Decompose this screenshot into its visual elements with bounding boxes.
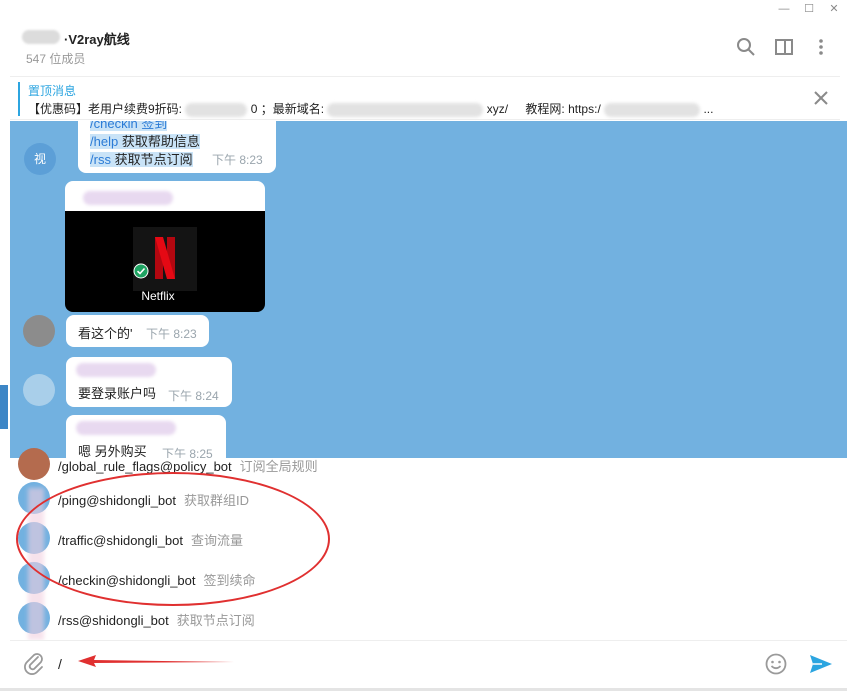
redacted-sender-name [76,363,156,377]
message-bubble[interactable]: 看这个的' 下午 8:23 [66,315,209,347]
close-window-button[interactable]: ✕ [822,0,846,18]
bot-avatar [18,448,50,480]
pinned-label: 置顶消息 [28,84,77,98]
command-item: /rss@shidongli_bot 获取节点订阅 [58,610,255,629]
pinned-accent-bar [18,82,20,116]
chat-title: ·V2ray航线 [64,32,130,47]
message-input-bar[interactable] [10,640,847,686]
user-avatar[interactable] [23,374,55,406]
help-command-link[interactable]: /help [90,134,118,149]
bot-help-message[interactable]: /checkin 签到 /help 获取帮助信息 /rss 获取节点订阅 下午 … [78,121,276,173]
message-bubble[interactable]: 要登录账户吗 下午 8:24 [66,357,232,407]
maximize-button[interactable]: ☐ [797,0,821,18]
command-name: /rss@shidongli_bot [58,613,169,628]
pinned-text-c: xyz/ [486,102,509,116]
message-time: 下午 8:24 [168,389,219,403]
command-desc: 订阅全局规则 [239,459,318,474]
sidebar-toggle-icon[interactable] [773,36,795,58]
chat-header[interactable]: ·V2ray航线 547 位成员 [10,18,840,73]
emoji-icon[interactable] [764,652,788,676]
rss-command-desc: 获取节点订阅 [110,152,193,167]
selection-edge [0,385,8,429]
more-menu-icon[interactable] [810,36,832,58]
message-text: 看这个的' [78,326,133,341]
pinned-text-a: 【优惠码】老用户续费9折码: [28,102,183,116]
message-text: 要登录账户吗 [78,386,157,401]
window-titlebar: — ☐ ✕ [0,0,847,18]
send-icon[interactable] [808,652,834,676]
netflix-n-icon [155,237,175,279]
attach-icon[interactable] [22,651,46,675]
annotation-arrow [78,655,234,667]
redacted-url [604,102,701,117]
command-desc: 获取节点订阅 [176,613,255,628]
message-time: 下午 8:23 [212,153,263,167]
redacted-sender-name [83,191,173,205]
search-icon[interactable] [735,36,757,58]
pinned-message[interactable]: 置顶消息 【优惠码】老用户续费9折码: 0 ；最新域名: xyz/ 教程网: h… [10,76,840,120]
cmd-line-rss: /rss 获取节点订阅 [90,149,193,168]
redacted-domain [327,102,484,117]
command-name: /global_rule_flags@policy_bot [58,459,232,474]
rss-command-link[interactable]: /rss [90,152,111,167]
member-count: 547 位成员 [26,52,86,66]
help-command-desc: 获取帮助信息 [118,134,200,149]
annotation-ellipse [16,472,330,606]
message-time: 下午 8:23 [146,327,197,341]
close-pinned-icon[interactable] [812,89,830,107]
checkin-command-text[interactable]: /checkin 签到 [90,121,168,131]
user-avatar[interactable]: 视 [24,143,56,175]
pinned-text-d: 教程网: https:/ [525,102,601,116]
minimize-button[interactable]: — [772,0,796,18]
netflix-label: Netflix [141,289,175,303]
netflix-logo [133,227,197,291]
cmd-line-help: /help 获取帮助信息 [90,131,200,150]
pinned-text: 【优惠码】老用户续费9折码: 0 ；最新域名: xyz/ 教程网: https:… [28,100,713,117]
message-history[interactable]: /checkin 签到 /help 获取帮助信息 /rss 获取节点订阅 下午 … [10,121,847,458]
user-avatar[interactable] [23,315,55,347]
blurred-group-name [22,30,60,44]
redacted-sender-name [76,421,176,435]
verified-check-icon [133,263,149,279]
pinned-ellipsis: ... [703,102,714,116]
redacted-code [185,102,248,117]
netflix-thumbnail[interactable]: Netflix [65,211,265,312]
pinned-text-b: 0 ；最新域名: [250,102,325,116]
